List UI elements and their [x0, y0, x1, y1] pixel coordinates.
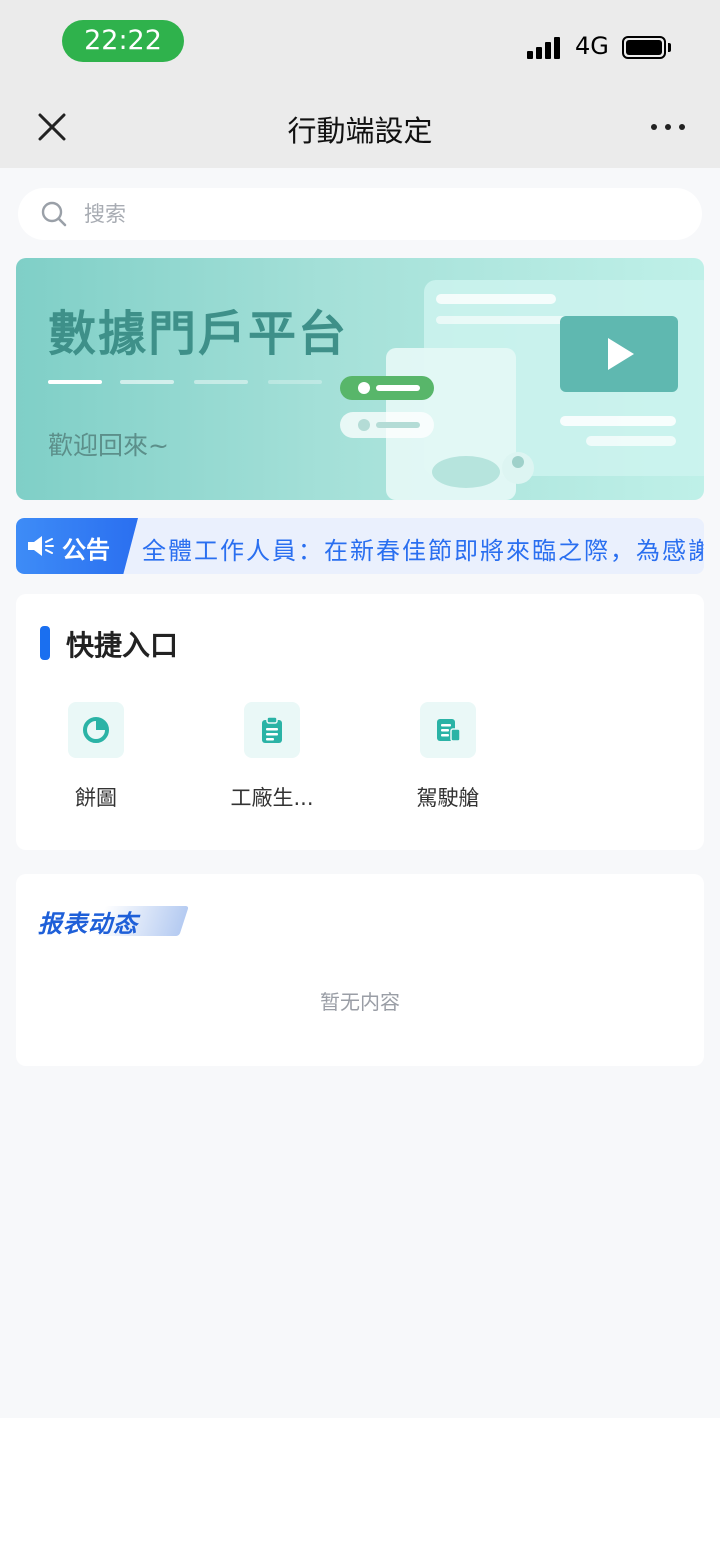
signal-icon	[527, 37, 563, 59]
clipboard-icon	[262, 716, 282, 743]
search-icon	[41, 201, 67, 227]
pie-chart-icon	[83, 717, 109, 743]
report-dynamics-card: 报表动态 暂无内容	[16, 874, 704, 1066]
announcement-label: 公告	[62, 536, 110, 564]
quick-item-cockpit[interactable]: 駕駛艙	[388, 702, 508, 822]
announcement-text: 全體工作人員：在新春佳節即將來臨之際，為感謝	[142, 537, 704, 565]
banner-title: 數據門戶平台	[48, 306, 349, 362]
page-content: 數據門戶平台 歡迎回來~	[0, 168, 720, 1418]
status-time: 22:22	[62, 20, 184, 62]
empty-state-text: 暂无内容	[320, 990, 400, 1014]
report-title-block: 报表动态	[38, 904, 189, 940]
announcement-bar[interactable]: 公告 全體工作人員：在新春佳節即將來臨之際，為感謝	[16, 518, 704, 574]
speaker-icon	[28, 536, 54, 556]
more-button[interactable]	[648, 114, 688, 142]
search-input[interactable]	[84, 188, 664, 240]
quick-item-factory[interactable]: 工廠生...	[212, 702, 332, 822]
search-bar[interactable]	[18, 188, 702, 240]
quick-item-label: 駕駛艙	[416, 786, 480, 810]
page-title: 行動端設定	[287, 114, 433, 148]
banner[interactable]: 數據門戶平台 歡迎回來~	[16, 258, 704, 500]
quick-item-label: 餅圖	[75, 786, 117, 810]
battery-icon	[622, 36, 666, 59]
banner-subtitle: 歡迎回來~	[48, 431, 169, 460]
report-doc-icon	[437, 719, 461, 742]
nav-bar: 行動端設定	[0, 92, 720, 168]
more-dots-icon	[651, 124, 657, 130]
dashboard-illustration-icon	[340, 280, 704, 500]
quick-entry-card: 快捷入口 餅圖 工廠生... 駕駛艙	[16, 594, 704, 850]
quick-item-label: 工廠生...	[230, 786, 314, 810]
section-marker	[40, 626, 50, 660]
quick-entry-title: 快捷入口	[66, 629, 179, 662]
quick-item-pie-chart[interactable]: 餅圖	[36, 702, 156, 822]
network-label: 4G	[575, 32, 609, 60]
report-title: 报表动态	[38, 910, 138, 938]
status-bar: 22:22 4G	[0, 0, 720, 92]
